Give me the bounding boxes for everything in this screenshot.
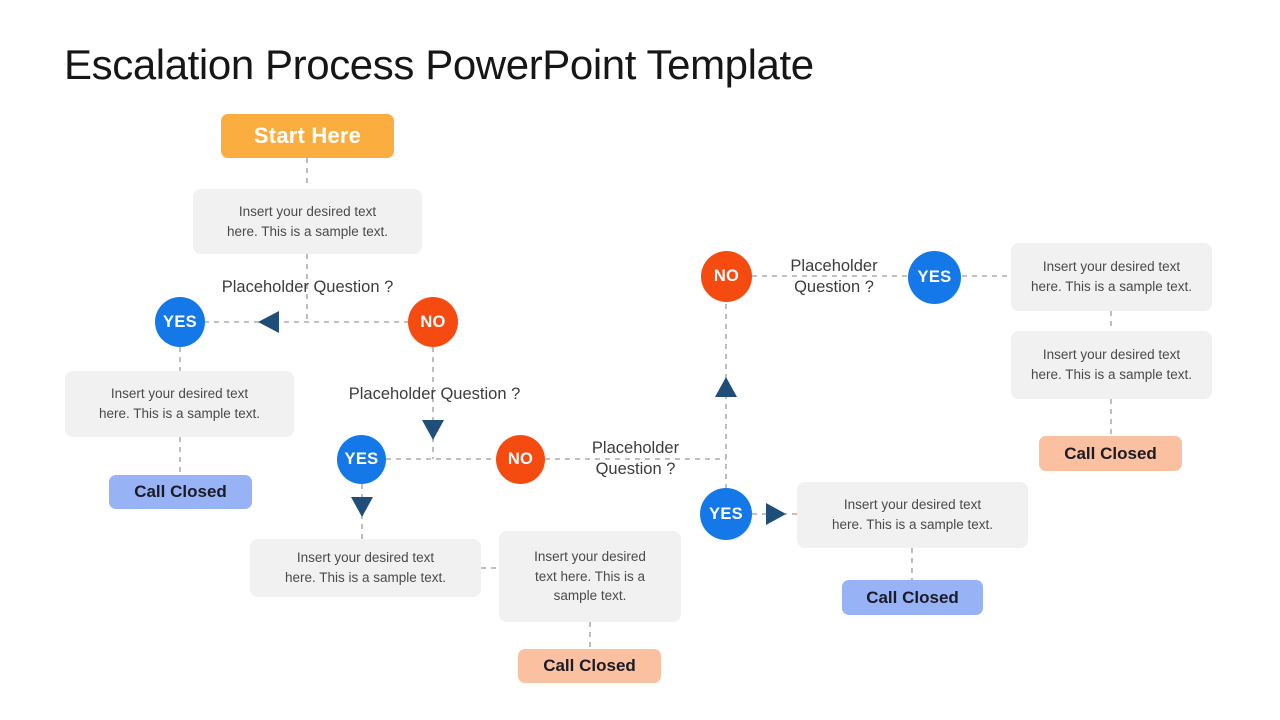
arrowhead-right-loweryes xyxy=(766,503,786,525)
question-label-1: Placeholder Question ? xyxy=(221,278,394,296)
call-closed-left-button[interactable]: Call Closed xyxy=(109,475,252,509)
decision-yes-1[interactable]: YES xyxy=(155,297,205,347)
decision-no-2[interactable]: NO xyxy=(496,435,545,484)
page-title: Escalation Process PowerPoint Template xyxy=(64,41,814,88)
textbox-right-bottom-line1: Insert your desired text xyxy=(1042,347,1181,363)
textbox-left[interactable]: Insert your desired text here. This is a… xyxy=(65,371,294,437)
textbox-bottom-mid[interactable]: Insert your desired text here. This is a… xyxy=(499,531,681,622)
textbox-top-line2: here. This is a sample text. xyxy=(226,223,389,239)
decision-no-1[interactable]: NO xyxy=(408,297,458,347)
textbox-left-line2: here. This is a sample text. xyxy=(98,406,261,421)
textbox-top-line1: Insert your desired text xyxy=(238,203,377,219)
decision-yes-3[interactable]: YES xyxy=(908,251,961,304)
textbox-right-top[interactable]: Insert your desired text here. This is a… xyxy=(1011,243,1212,311)
arrowhead-up-spine xyxy=(715,377,737,397)
slide-canvas: Escalation Process PowerPoint Template S… xyxy=(0,0,1280,720)
textbox-right-bottom[interactable]: Insert your desired text here. This is a… xyxy=(1011,331,1212,399)
question-label-4-line1: Placeholder xyxy=(790,257,878,275)
question-label-4: Placeholder Question ? xyxy=(765,256,903,299)
textbox-right-bottom-line2: here. This is a sample text. xyxy=(1030,367,1193,382)
arrowheads xyxy=(258,311,786,525)
textbox-bottom-mid-line3: sample text. xyxy=(553,588,627,604)
textbox-right-lower[interactable]: Insert your desired text here. This is a… xyxy=(797,482,1028,548)
textbox-right-lower-line1: Insert your desired text xyxy=(843,497,982,513)
textbox-right-top-line1: Insert your desired text xyxy=(1042,259,1181,275)
question-label-3-line1: Placeholder xyxy=(591,439,680,457)
textbox-right-lower-line2: here. This is a sample text. xyxy=(831,517,994,532)
textbox-bottom-mid-line1: Insert your desired xyxy=(534,549,646,565)
question-label-4-line2: Question ? xyxy=(794,278,874,297)
decision-yes-2[interactable]: YES xyxy=(337,435,386,484)
arrowhead-down-row1no xyxy=(422,420,444,440)
question-label-2: Placeholder Question ? xyxy=(348,385,521,403)
call-closed-right-lower-button[interactable]: Call Closed xyxy=(842,580,983,615)
textbox-bottom-left[interactable]: Insert your desired text here. This is a… xyxy=(250,539,481,597)
textbox-left-line1: Insert your desired text xyxy=(110,386,249,402)
textbox-top[interactable]: Insert your desired text here. This is a… xyxy=(193,189,422,254)
call-closed-right-button[interactable]: Call Closed xyxy=(1039,436,1182,471)
start-here-button[interactable]: Start Here xyxy=(221,114,394,158)
arrowhead-down-row2yes xyxy=(351,497,373,517)
textbox-bottom-left-line2: here. This is a sample text. xyxy=(284,570,447,585)
textbox-bottom-mid-line2: text here. This is a xyxy=(534,568,646,584)
textbox-right-top-line2: here. This is a sample text. xyxy=(1030,279,1193,294)
decision-no-3[interactable]: NO xyxy=(701,251,752,302)
question-label-3: Placeholder Question ? xyxy=(567,438,704,481)
arrowhead-left-row1 xyxy=(258,311,279,333)
call-closed-bottom-mid-button[interactable]: Call Closed xyxy=(518,649,661,683)
question-label-3-line2: Question ? xyxy=(595,460,676,479)
decision-yes-4[interactable]: YES xyxy=(700,488,752,540)
textbox-bottom-left-line1: Insert your desired text xyxy=(296,550,435,566)
